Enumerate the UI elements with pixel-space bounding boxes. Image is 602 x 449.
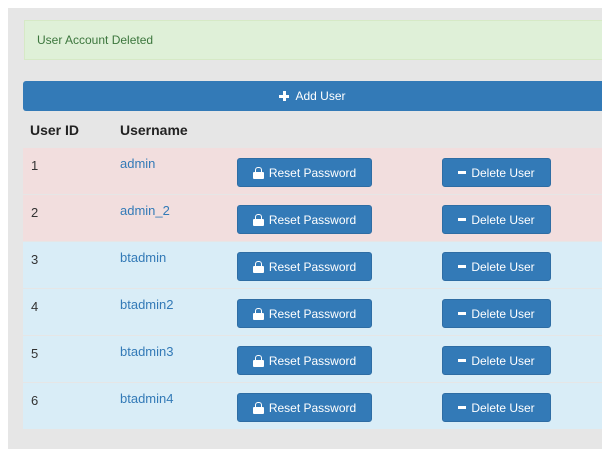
delete-user-label: Delete User bbox=[471, 400, 535, 415]
reset-password-button[interactable]: Reset Password bbox=[237, 299, 372, 328]
add-user-label: Add User bbox=[295, 89, 346, 103]
minus-icon bbox=[458, 265, 467, 268]
delete-user-label: Delete User bbox=[471, 259, 535, 274]
reset-password-label: Reset Password bbox=[268, 212, 357, 227]
minus-icon bbox=[458, 171, 467, 174]
lock-icon bbox=[252, 261, 264, 273]
delete-user-button[interactable]: Delete User bbox=[442, 252, 551, 281]
delete-user-label: Delete User bbox=[471, 353, 535, 368]
header-username: Username bbox=[120, 122, 188, 138]
reset-password-label: Reset Password bbox=[268, 306, 357, 321]
reset-password-button[interactable]: Reset Password bbox=[237, 205, 372, 234]
delete-user-button[interactable]: Delete User bbox=[442, 393, 551, 422]
delete-user-label: Delete User bbox=[471, 212, 535, 227]
table-row: 5 btadmin3 Reset Password Delete User bbox=[23, 336, 602, 382]
table-row: 3 btadmin Reset Password Delete User bbox=[23, 242, 602, 288]
reset-password-button[interactable]: Reset Password bbox=[237, 252, 372, 281]
add-user-button[interactable]: Add User bbox=[23, 81, 602, 111]
lock-icon bbox=[252, 402, 264, 414]
reset-password-label: Reset Password bbox=[268, 165, 357, 180]
table-row: 2 admin_2 Reset Password Delete User bbox=[23, 195, 602, 241]
username-link[interactable]: admin bbox=[120, 156, 155, 171]
delete-user-button[interactable]: Delete User bbox=[442, 299, 551, 328]
minus-icon bbox=[458, 312, 467, 315]
table-header: User ID Username bbox=[23, 112, 602, 147]
user-id-cell: 1 bbox=[31, 158, 39, 173]
lock-icon bbox=[252, 167, 264, 179]
reset-password-label: Reset Password bbox=[268, 400, 357, 415]
username-link[interactable]: admin_2 bbox=[120, 203, 170, 218]
user-id-cell: 3 bbox=[31, 252, 39, 267]
table-row: 1 admin Reset Password Delete User bbox=[23, 148, 602, 194]
minus-icon bbox=[458, 218, 467, 221]
user-id-cell: 5 bbox=[31, 346, 39, 361]
alert-message: User Account Deleted bbox=[37, 33, 154, 47]
delete-user-button[interactable]: Delete User bbox=[442, 205, 551, 234]
username-link[interactable]: btadmin2 bbox=[120, 297, 173, 312]
content-panel: User Account Deleted Add User User ID Us… bbox=[8, 8, 602, 449]
minus-icon bbox=[458, 359, 467, 362]
user-id-cell: 6 bbox=[31, 393, 39, 408]
username-link[interactable]: btadmin bbox=[120, 250, 166, 265]
username-link[interactable]: btadmin3 bbox=[120, 344, 173, 359]
header-user-id: User ID bbox=[30, 122, 80, 138]
username-link[interactable]: btadmin4 bbox=[120, 391, 173, 406]
reset-password-label: Reset Password bbox=[268, 259, 357, 274]
plus-icon bbox=[279, 91, 290, 101]
reset-password-button[interactable]: Reset Password bbox=[237, 346, 372, 375]
reset-password-button[interactable]: Reset Password bbox=[237, 158, 372, 187]
minus-icon bbox=[458, 406, 467, 409]
user-id-cell: 2 bbox=[31, 205, 39, 220]
user-id-cell: 4 bbox=[31, 299, 39, 314]
delete-user-label: Delete User bbox=[471, 306, 535, 321]
reset-password-label: Reset Password bbox=[268, 353, 357, 368]
reset-password-button[interactable]: Reset Password bbox=[237, 393, 372, 422]
delete-user-button[interactable]: Delete User bbox=[442, 158, 551, 187]
table-row: 4 btadmin2 Reset Password Delete User bbox=[23, 289, 602, 335]
table-row: 6 btadmin4 Reset Password Delete User bbox=[23, 383, 602, 429]
lock-icon bbox=[252, 355, 264, 367]
success-alert: User Account Deleted bbox=[24, 20, 602, 60]
lock-icon bbox=[252, 308, 264, 320]
lock-icon bbox=[252, 214, 264, 226]
delete-user-label: Delete User bbox=[471, 165, 535, 180]
delete-user-button[interactable]: Delete User bbox=[442, 346, 551, 375]
